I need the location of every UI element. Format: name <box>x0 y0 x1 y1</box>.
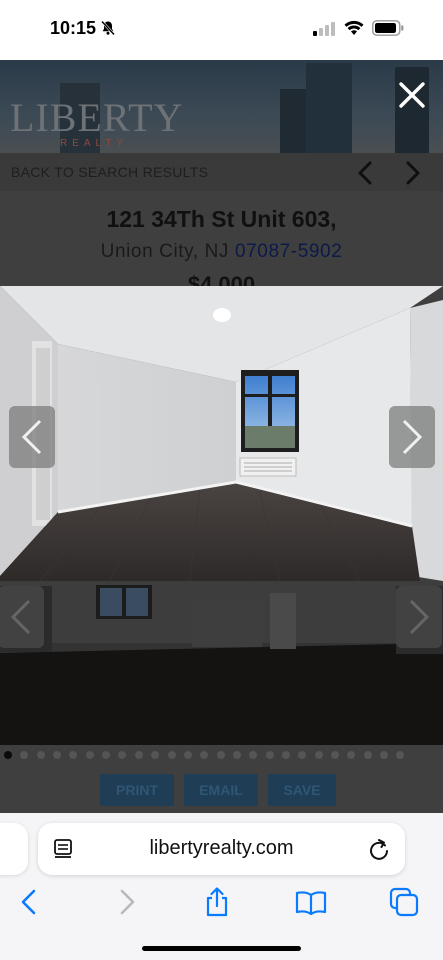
pagination-dot[interactable] <box>216 751 225 759</box>
results-navigation-bar: BACK TO SEARCH RESULTS <box>0 153 443 191</box>
pagination-dot[interactable] <box>85 751 94 759</box>
gallery-secondary-photo <box>0 581 443 745</box>
share-icon[interactable] <box>201 886 233 918</box>
pagination-dot[interactable] <box>380 751 389 759</box>
cellular-signal-icon <box>313 22 335 36</box>
address-bar[interactable]: libertyrealty.com <box>38 823 405 875</box>
bookmarks-icon[interactable] <box>295 886 327 918</box>
screen: 10:15 LIBERTY REALTY BACK TO SEARCH RESU… <box>0 0 443 960</box>
pagination-dot[interactable] <box>331 751 339 759</box>
previous-tab-peek[interactable] <box>0 823 28 875</box>
gallery-prev-button[interactable] <box>9 406 55 468</box>
chevron-left-icon <box>21 419 42 455</box>
pagination-dot[interactable] <box>183 751 192 759</box>
browser-toolbar: libertyrealty.com <box>0 813 443 960</box>
wifi-icon <box>344 20 364 35</box>
pagination-dot[interactable] <box>347 751 356 759</box>
pagination-dot[interactable] <box>102 751 111 759</box>
chevron-left-icon <box>10 599 31 635</box>
header-banner: LIBERTY REALTY <box>0 60 443 153</box>
pagination-dot[interactable] <box>118 751 127 759</box>
chevron-left-icon[interactable] <box>356 160 374 186</box>
chevron-right-icon <box>402 419 423 455</box>
pagination-dot[interactable] <box>134 751 143 759</box>
chevron-right-icon[interactable] <box>404 160 422 186</box>
close-icon[interactable] <box>397 80 427 110</box>
site-logo-subtitle: REALTY <box>60 138 129 149</box>
status-bar: 10:15 <box>0 0 443 60</box>
listing-zip-link[interactable]: 07087-5902 <box>235 241 342 262</box>
url-text[interactable]: libertyrealty.com <box>38 837 405 860</box>
listing-address: 121 34Th St Unit 603, <box>106 206 337 232</box>
reload-icon[interactable] <box>368 837 390 861</box>
bell-slash-icon <box>101 20 115 36</box>
forward-icon[interactable] <box>110 886 142 918</box>
pagination-dot[interactable] <box>36 751 45 759</box>
pagination-dot[interactable] <box>167 751 176 759</box>
battery-icon <box>372 20 404 36</box>
clock: 10:15 <box>50 18 97 38</box>
pagination-dot[interactable] <box>4 751 12 759</box>
pagination-dot[interactable] <box>151 751 160 759</box>
pagination-dot[interactable] <box>396 751 405 759</box>
secondary-prev-button <box>0 586 44 648</box>
home-indicator <box>142 946 301 951</box>
gallery-next-button[interactable] <box>389 406 435 468</box>
tabs-icon[interactable] <box>388 886 420 918</box>
pagination-dot[interactable] <box>265 751 274 759</box>
pagination-dot[interactable] <box>298 751 307 759</box>
email-button[interactable]: EMAIL <box>184 774 258 806</box>
gallery-pagination <box>0 749 443 761</box>
back-icon[interactable] <box>14 886 46 918</box>
secondary-next-button <box>396 586 442 648</box>
chevron-right-icon <box>409 599 430 635</box>
pagination-dot[interactable] <box>314 751 323 759</box>
pagination-dot[interactable] <box>200 751 209 759</box>
pagination-dot[interactable] <box>69 751 78 759</box>
back-to-results-link[interactable]: BACK TO SEARCH RESULTS <box>11 164 208 180</box>
pagination-dot[interactable] <box>232 751 241 759</box>
listing-city-state: Union City, NJ <box>100 241 230 262</box>
pagination-dot[interactable] <box>20 751 29 759</box>
pagination-dot[interactable] <box>53 751 62 759</box>
gallery-main-photo[interactable] <box>0 286 443 581</box>
pagination-dot[interactable] <box>281 751 290 759</box>
site-logo[interactable]: LIBERTY <box>10 98 183 138</box>
listing-city-line: Union City, NJ 07087-5902 <box>0 241 443 263</box>
save-button[interactable]: SAVE <box>268 774 336 806</box>
pagination-dot[interactable] <box>249 751 258 759</box>
pagination-dot[interactable] <box>363 751 372 759</box>
print-button[interactable]: PRINT <box>100 774 174 806</box>
